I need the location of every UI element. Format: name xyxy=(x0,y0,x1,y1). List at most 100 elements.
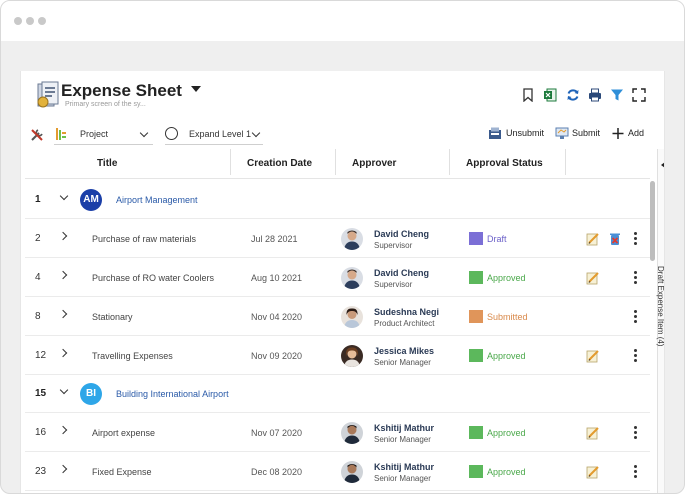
project-select[interactable]: Project xyxy=(54,125,153,145)
row-creation-date: Aug 10 2021 xyxy=(251,273,303,283)
status-color-swatch xyxy=(469,232,483,245)
approver-name: Jessica Mikes xyxy=(374,346,435,356)
table-row[interactable]: 8 Stationary Nov 04 2020 Sudeshna Negi P… xyxy=(25,298,650,336)
status-color-swatch xyxy=(469,349,483,362)
status-badge: Approved xyxy=(487,351,526,361)
unsubmit-icon[interactable] xyxy=(488,127,502,140)
group-row[interactable]: 1 AM Airport Management xyxy=(25,181,650,219)
avatar xyxy=(341,267,363,289)
table-row[interactable]: 23 Fixed Expense Dec 08 2020 Kshitij Mat… xyxy=(25,453,650,491)
column-divider[interactable] xyxy=(449,149,450,175)
submit-icon[interactable] xyxy=(555,127,569,140)
approver-role: Supervisor xyxy=(374,241,413,250)
bookmark-icon[interactable] xyxy=(521,88,535,102)
approver-name: Kshitij Mathur xyxy=(374,423,434,433)
more-options-icon[interactable] xyxy=(634,271,637,284)
column-header-approval-status[interactable]: Approval Status xyxy=(466,158,543,169)
submit-button[interactable]: Submit xyxy=(572,128,600,138)
unsubmit-button[interactable]: Unsubmit xyxy=(506,128,544,138)
column-header-creation-date[interactable]: Creation Date xyxy=(247,158,312,169)
chevron-down-icon xyxy=(139,128,149,138)
row-creation-date: Nov 07 2020 xyxy=(251,428,303,438)
collapse-chevron-icon[interactable] xyxy=(59,385,69,395)
approver-role: Senior Manager xyxy=(374,435,431,444)
group-name[interactable]: Building International Airport xyxy=(116,389,229,399)
more-options-icon[interactable] xyxy=(634,426,637,439)
excel-icon[interactable] xyxy=(543,88,557,102)
group-name[interactable]: Airport Management xyxy=(116,195,198,205)
collapse-chevron-icon[interactable] xyxy=(59,191,69,201)
row-title: Stationary xyxy=(92,312,133,322)
app-window: Expense Sheet Primary screen of the sy..… xyxy=(0,0,685,494)
secondary-toolbar: Project Expand Level 1 Unsubmit Submit A… xyxy=(21,125,664,149)
window-control-dot[interactable] xyxy=(26,17,34,25)
row-number: 4 xyxy=(35,272,41,283)
expand-chevron-icon[interactable] xyxy=(58,464,68,474)
draft-expense-side-tab[interactable]: Draft Expense Item (4) xyxy=(656,266,665,366)
plus-icon[interactable] xyxy=(611,127,625,140)
row-title: Purchase of raw materials xyxy=(92,234,197,244)
row-title: Travelling Expenses xyxy=(92,351,173,361)
more-options-icon[interactable] xyxy=(634,349,637,362)
fullscreen-icon[interactable] xyxy=(632,88,646,102)
expand-chevron-icon[interactable] xyxy=(58,270,68,280)
expand-chevron-icon[interactable] xyxy=(58,425,68,435)
avatar xyxy=(341,422,363,444)
row-number: 1 xyxy=(35,194,41,205)
approver-name: Kshitij Mathur xyxy=(374,462,434,472)
window-control-dot[interactable] xyxy=(38,17,46,25)
edit-icon[interactable] xyxy=(586,271,600,285)
row-creation-date: Nov 09 2020 xyxy=(251,351,303,361)
approver-name: David Cheng xyxy=(374,229,430,239)
title-dropdown-icon[interactable] xyxy=(191,86,201,92)
tools-icon[interactable] xyxy=(30,128,44,142)
table-header: Title Creation Date Approver Approval St… xyxy=(25,149,650,179)
approver-name: David Cheng xyxy=(374,268,430,278)
expand-chevron-icon[interactable] xyxy=(58,348,68,358)
row-number: 12 xyxy=(35,350,47,361)
approver-role: Senior Manager xyxy=(374,474,431,483)
avatar xyxy=(341,306,363,328)
column-header-title[interactable]: Title xyxy=(97,158,117,169)
expand-chevron-icon[interactable] xyxy=(58,309,68,319)
filter-icon[interactable] xyxy=(610,88,624,102)
status-color-swatch xyxy=(469,310,483,323)
add-button[interactable]: Add xyxy=(628,128,644,138)
page-subtitle: Primary screen of the sy... xyxy=(65,101,146,108)
status-color-swatch xyxy=(469,426,483,439)
status-color-swatch xyxy=(469,465,483,478)
expand-level-select[interactable]: Expand Level 1 xyxy=(165,125,263,145)
project-select-value: Project xyxy=(80,129,109,139)
refresh-icon[interactable] xyxy=(566,88,580,102)
delete-icon[interactable] xyxy=(609,232,621,246)
column-divider[interactable] xyxy=(230,149,231,175)
status-color-swatch xyxy=(469,271,483,284)
expand-level-value: Expand Level 1 xyxy=(189,129,252,139)
column-header-approver[interactable]: Approver xyxy=(352,158,396,169)
row-title: Fixed Expense xyxy=(92,467,152,477)
edit-icon[interactable] xyxy=(586,426,600,440)
row-title: Airport expense xyxy=(92,428,156,438)
vertical-scrollbar[interactable] xyxy=(650,181,655,261)
group-row[interactable]: 15 BI Building International Airport xyxy=(25,375,650,413)
print-icon[interactable] xyxy=(588,88,602,102)
column-divider[interactable] xyxy=(565,149,566,175)
window-control-dot[interactable] xyxy=(14,17,22,25)
status-badge: Approved xyxy=(487,273,526,283)
collapse-arrow-icon[interactable] xyxy=(661,162,664,168)
expand-chevron-icon[interactable] xyxy=(58,231,68,241)
window-titlebar xyxy=(1,1,684,41)
table-row[interactable]: 16 Airport expense Nov 07 2020 Kshitij M… xyxy=(25,414,650,452)
edit-icon[interactable] xyxy=(586,349,600,363)
table-row[interactable]: 4 Purchase of RO water Coolers Aug 10 20… xyxy=(25,259,650,297)
more-options-icon[interactable] xyxy=(634,310,637,323)
table-row[interactable]: 12 Travelling Expenses Nov 09 2020 Jessi… xyxy=(25,337,650,375)
column-divider[interactable] xyxy=(335,149,336,175)
row-creation-date: Nov 04 2020 xyxy=(251,312,303,322)
more-options-icon[interactable] xyxy=(634,232,637,245)
table-row[interactable]: 2 Purchase of raw materials Jul 28 2021 … xyxy=(25,220,650,258)
avatar xyxy=(341,461,363,483)
more-options-icon[interactable] xyxy=(634,465,637,478)
edit-icon[interactable] xyxy=(586,465,600,479)
edit-icon[interactable] xyxy=(586,232,600,246)
